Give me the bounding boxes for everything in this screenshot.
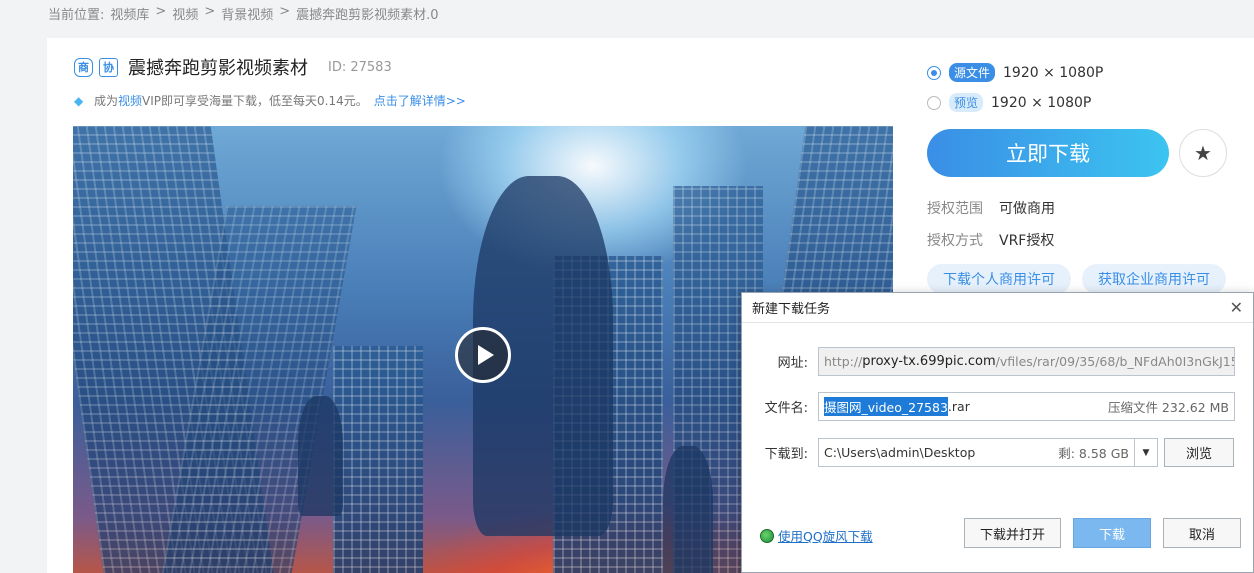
tag-source-file: 源文件 xyxy=(949,63,996,82)
title-row: 商 协 震撼奔跑剪影视频素材 ID: 27583 xyxy=(74,54,392,80)
save-path-input[interactable]: C:\Users\admin\Desktop 剩: 8.58 GB xyxy=(818,438,1135,467)
qq-whirlwind-icon xyxy=(760,528,774,543)
filename-label: 文件名: xyxy=(764,401,808,416)
filename-row: 文件名: 摄图网_video_27583 .rar 压缩文件 232.62 MB xyxy=(742,392,1235,421)
breadcrumb-item-background[interactable]: 背景视频 xyxy=(221,4,273,23)
filename-ext: .rar xyxy=(947,399,970,414)
path-dropdown-button[interactable]: ▼ xyxy=(1135,438,1158,467)
diamond-icon: ◆ xyxy=(74,93,84,108)
license-scope-label: 授权范围 xyxy=(927,201,983,217)
vip-video-link[interactable]: 视频 xyxy=(118,92,142,109)
url-host: proxy-tx.699pic.com xyxy=(862,354,996,369)
dialog-title: 新建下载任务 xyxy=(752,302,831,317)
asset-id: ID: 27583 xyxy=(328,59,392,75)
favorite-button[interactable]: ★ xyxy=(1179,129,1227,177)
qq-download-link[interactable]: 使用QQ旋风下载 xyxy=(760,526,873,545)
breadcrumb-item-current: 震撼奔跑剪影视频素材.0 xyxy=(296,8,439,23)
license-method: 授权方式 VRF授权 xyxy=(927,230,1054,250)
chevron-down-icon: ▼ xyxy=(1142,447,1150,458)
commercial-badge-icon: 商 xyxy=(74,57,93,77)
breadcrumb-separator: > xyxy=(155,4,167,19)
vip-detail-link[interactable]: 点击了解详情>> xyxy=(374,92,466,109)
url-prefix: http:// xyxy=(824,354,863,369)
breadcrumb-item-library[interactable]: 视频库 xyxy=(110,4,149,23)
dialog-titlebar: 新建下载任务 ✕ xyxy=(742,293,1253,323)
license-method-value: VRF授权 xyxy=(999,233,1055,249)
runner-silhouette xyxy=(663,446,713,573)
download-and-open-button[interactable]: 下载并打开 xyxy=(964,518,1061,548)
vip-text: 成为 xyxy=(94,94,119,108)
license-method-label: 授权方式 xyxy=(927,233,983,249)
agreement-badge-icon: 协 xyxy=(99,57,118,77)
personal-license-button[interactable]: 下载个人商用许可 xyxy=(927,264,1071,294)
source-resolution: 1920 × 1080P xyxy=(1003,64,1104,81)
breadcrumb: 当前位置: 视频库 > 视频 > 背景视频 > 震撼奔跑剪影视频素材.0 xyxy=(48,4,439,23)
option-preview[interactable]: 预览 1920 × 1080P xyxy=(927,93,1091,112)
download-now-button[interactable]: 立即下载 xyxy=(927,129,1169,177)
filename-selected-text: 摄图网_video_27583 xyxy=(824,397,948,416)
qq-link-text: 使用QQ旋风下载 xyxy=(778,529,873,544)
free-space: 剩: 8.58 GB xyxy=(1058,446,1129,461)
saveto-label: 下载到: xyxy=(764,447,808,462)
star-icon: ★ xyxy=(1194,141,1212,165)
url-path: /vfiles/rar/09/35/68/b_NFdAh0I3nGkJ15390 xyxy=(995,354,1234,369)
radio-preview[interactable] xyxy=(927,95,941,110)
enterprise-license-button[interactable]: 获取企业商用许可 xyxy=(1082,264,1226,294)
download-dialog: 新建下载任务 ✕ 网址: http://proxy-tx.699pic.com /… xyxy=(741,292,1254,573)
url-field[interactable]: http://proxy-tx.699pic.com/vfiles/rar/09… xyxy=(818,347,1235,376)
building-shape xyxy=(333,346,423,573)
url-label: 网址: xyxy=(777,356,808,371)
vip-text-rest: VIP即可享受海量下载，低至每天0.14元。 xyxy=(142,94,368,108)
save-path-text: C:\Users\admin\Desktop xyxy=(824,445,976,460)
preview-resolution: 1920 × 1080P xyxy=(991,94,1092,111)
page-title: 震撼奔跑剪影视频素材 xyxy=(128,58,308,79)
vip-promo: ◆ 成为 视频 VIP即可享受海量下载，低至每天0.14元。 点击了解详情>> xyxy=(74,92,466,109)
close-icon[interactable]: ✕ xyxy=(1230,298,1243,317)
breadcrumb-separator: > xyxy=(279,4,291,19)
runner-silhouette xyxy=(298,396,343,516)
filename-input[interactable]: 摄图网_video_27583 .rar 压缩文件 232.62 MB xyxy=(818,392,1235,421)
breadcrumb-prefix: 当前位置: xyxy=(48,8,105,23)
license-scope-value: 可做商用 xyxy=(999,201,1055,217)
file-type-size: 压缩文件 232.62 MB xyxy=(1107,400,1229,415)
cancel-button[interactable]: 取消 xyxy=(1163,518,1241,548)
play-icon xyxy=(477,345,494,365)
breadcrumb-separator: > xyxy=(204,4,216,19)
option-source-file[interactable]: 源文件 1920 × 1080P xyxy=(927,63,1103,82)
download-button[interactable]: 下载 xyxy=(1073,518,1151,548)
radio-source[interactable] xyxy=(927,65,941,80)
tag-preview: 预览 xyxy=(949,93,984,112)
play-button[interactable] xyxy=(455,327,511,383)
license-scope: 授权范围 可做商用 xyxy=(927,198,1055,218)
browse-button[interactable]: 浏览 xyxy=(1164,438,1234,467)
saveto-row: 下载到: C:\Users\admin\Desktop 剩: 8.58 GB ▼… xyxy=(742,438,1234,467)
breadcrumb-item-video[interactable]: 视频 xyxy=(172,4,198,23)
url-row: 网址: http://proxy-tx.699pic.com/vfiles/ra… xyxy=(742,347,1235,376)
